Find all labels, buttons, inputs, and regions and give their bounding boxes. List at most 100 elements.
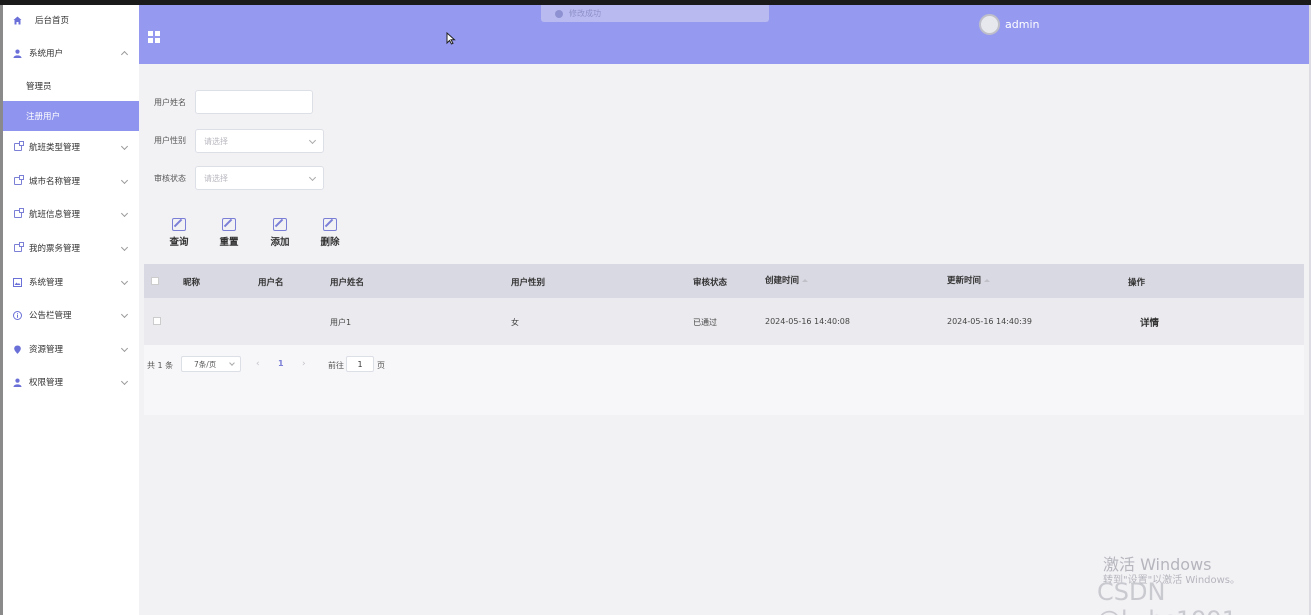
delete-button[interactable]: 删除 xyxy=(310,218,350,250)
sidebar-item-label: 航班类型管理 xyxy=(29,143,81,153)
edit-icon xyxy=(172,218,186,231)
sort-icon[interactable] xyxy=(984,279,991,282)
cell-created: 2024-05-16 14:40:08 xyxy=(765,317,850,326)
gender-select[interactable]: 请选择 xyxy=(195,129,324,153)
document-icon xyxy=(13,175,24,186)
csdn-watermark: CSDN @kybs1991 xyxy=(1097,578,1237,615)
chevron-down-icon xyxy=(120,209,129,218)
sidebar-item-label: 城市名称管理 xyxy=(29,177,81,187)
sidebar-item-label: 公告栏管理 xyxy=(29,311,72,321)
prev-page-icon[interactable]: ‹ xyxy=(256,359,260,369)
chevron-down-icon xyxy=(120,142,129,151)
status-placeholder: 请选择 xyxy=(204,173,228,183)
detail-button[interactable]: 详情 xyxy=(1140,315,1159,329)
toast-text: 修改成功 xyxy=(569,9,601,18)
row-checkbox[interactable] xyxy=(153,317,161,325)
delete-button-label: 删除 xyxy=(320,237,340,248)
select-all-checkbox[interactable] xyxy=(151,277,159,285)
edit-icon xyxy=(222,218,236,231)
sidebar-item-label: 权限管理 xyxy=(29,378,64,388)
next-page-icon[interactable]: › xyxy=(302,359,306,369)
edit-icon xyxy=(323,218,337,231)
goto-page-value: 1 xyxy=(357,359,363,369)
user-icon xyxy=(13,49,22,58)
avatar[interactable] xyxy=(979,14,1000,35)
goto-label: 前往 xyxy=(328,361,344,370)
top-header: 修改成功 admin xyxy=(139,5,1309,64)
sidebar-item-flight-info[interactable]: 航班信息管理 xyxy=(3,199,139,229)
add-button-label: 添加 xyxy=(270,237,290,248)
chevron-down-icon xyxy=(308,173,317,182)
check-circle-icon xyxy=(555,9,563,18)
column-header-updated-label: 更新时间 xyxy=(947,276,982,286)
page-number-current[interactable]: 1 xyxy=(278,359,284,368)
goto-page-input[interactable]: 1 xyxy=(346,356,374,372)
table-header: 昵称 用户名 用户姓名 用户性别 审核状态 创建时间 更新时间 操作 xyxy=(144,264,1304,298)
cell-status: 已通过 xyxy=(693,318,717,327)
column-header-nickname: 昵称 xyxy=(183,278,201,288)
chevron-down-icon xyxy=(120,176,129,185)
sidebar-item-label: 后台首页 xyxy=(35,16,70,26)
add-button[interactable]: 添加 xyxy=(260,218,300,250)
sidebar-subitem-label: 注册用户 xyxy=(26,112,61,122)
menu-toggle-grid-icon[interactable] xyxy=(148,31,160,43)
reset-button-label: 重置 xyxy=(219,237,239,248)
table-row: 用户1 女 已通过 2024-05-16 14:40:08 2024-05-16… xyxy=(144,298,1304,345)
sidebar-item-label: 资源管理 xyxy=(29,345,64,355)
sidebar-item-permissions[interactable]: 权限管理 xyxy=(3,367,139,397)
pagination: 共 1 条 7条/页 ‹ 1 › 前往 1 页 xyxy=(144,345,1304,415)
chevron-down-icon xyxy=(308,136,317,145)
total-count: 共 1 条 xyxy=(147,361,174,370)
sidebar-item-my-tickets[interactable]: 我的票务管理 xyxy=(3,233,139,263)
name-input[interactable] xyxy=(195,90,313,114)
column-header-username: 用户名 xyxy=(258,278,284,288)
status-select[interactable]: 请选择 xyxy=(195,166,324,190)
gender-placeholder: 请选择 xyxy=(204,136,228,146)
column-header-status: 审核状态 xyxy=(693,278,728,288)
sidebar-subitem-registered-users[interactable]: 注册用户 xyxy=(3,101,139,131)
sidebar-subitem-label: 管理员 xyxy=(26,82,52,92)
sidebar-item-system-management[interactable]: 系统管理 xyxy=(3,267,139,297)
chevron-down-icon xyxy=(120,377,129,386)
sidebar-item-bulletin[interactable]: 公告栏管理 xyxy=(3,300,139,330)
username[interactable]: admin xyxy=(1005,18,1039,31)
sort-icon[interactable] xyxy=(802,279,809,282)
document-icon xyxy=(13,141,24,152)
edit-icon xyxy=(273,218,287,231)
cell-updated: 2024-05-16 14:40:39 xyxy=(947,317,1032,326)
chevron-down-icon xyxy=(120,243,129,252)
sidebar-item-city-names[interactable]: 城市名称管理 xyxy=(3,166,139,196)
sidebar-subitem-admin[interactable]: 管理员 xyxy=(3,71,139,101)
chevron-down-icon xyxy=(120,344,129,353)
document-icon xyxy=(13,242,24,253)
sidebar-item-resources[interactable]: 资源管理 xyxy=(3,334,139,364)
query-button[interactable]: 查询 xyxy=(159,218,199,250)
chevron-down-icon xyxy=(229,360,235,366)
column-header-gender: 用户性别 xyxy=(511,278,546,288)
chevron-down-icon xyxy=(120,310,129,319)
sidebar-item-label: 系统用户 xyxy=(29,49,64,59)
status-label: 审核状态 xyxy=(154,174,186,183)
chevron-up-icon xyxy=(120,50,129,59)
sidebar-item-label: 我的票务管理 xyxy=(29,244,81,254)
column-header-created-label: 创建时间 xyxy=(765,276,800,286)
column-header-updated[interactable]: 更新时间 xyxy=(947,274,991,286)
page-unit-label: 页 xyxy=(377,361,385,370)
home-icon xyxy=(13,16,22,25)
gender-label: 用户性别 xyxy=(154,136,186,145)
page-size-select[interactable]: 7条/页 xyxy=(181,356,241,372)
info-icon xyxy=(13,310,22,320)
document-icon xyxy=(13,208,24,219)
success-toast: 修改成功 xyxy=(541,5,769,22)
column-header-created[interactable]: 创建时间 xyxy=(765,274,809,286)
column-header-actions: 操作 xyxy=(1128,278,1146,288)
sidebar-item-flight-types[interactable]: 航班类型管理 xyxy=(3,132,139,162)
reset-button[interactable]: 重置 xyxy=(209,218,249,250)
sidebar-item-home[interactable]: 后台首页 xyxy=(3,5,139,35)
sidebar-item-label: 系统管理 xyxy=(29,278,64,288)
sidebar-item-system-users[interactable]: 系统用户 xyxy=(3,38,139,68)
column-header-name: 用户姓名 xyxy=(330,278,365,288)
chevron-down-icon xyxy=(120,277,129,286)
image-icon xyxy=(13,277,22,287)
query-button-label: 查询 xyxy=(169,237,189,248)
